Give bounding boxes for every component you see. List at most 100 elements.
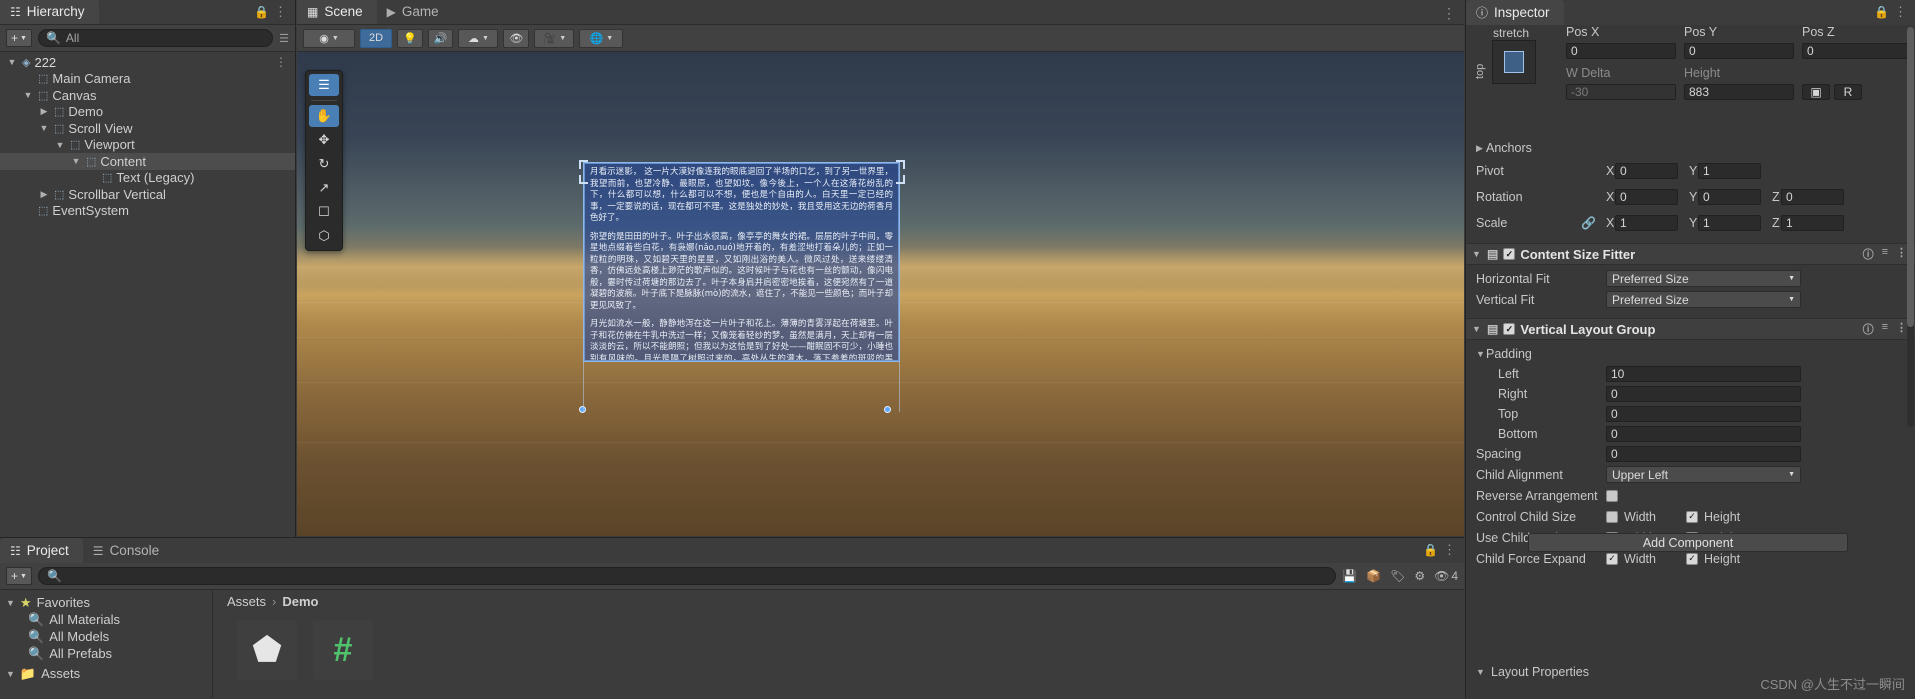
tab-hierarchy[interactable]: ☷ Hierarchy — [0, 0, 99, 24]
scale-z-field[interactable]: 1 — [1781, 215, 1844, 231]
project-search-input[interactable]: 🔍 — [37, 567, 1337, 585]
hierarchy-item-canvas[interactable]: ▼ ⬚ Canvas — [0, 87, 295, 104]
inspector-menu-icon[interactable]: ⋮ — [1894, 4, 1907, 20]
scene-menu-icon[interactable]: ⋮ — [1442, 5, 1456, 22]
tool-handle-icon[interactable]: ☰ — [309, 74, 339, 96]
hierarchy-lock-icon[interactable]: 🔒 — [254, 5, 269, 19]
favorite-all-materials[interactable]: 🔍 All Materials — [0, 611, 212, 628]
layout-properties-foldout[interactable]: ▼ Layout Properties — [1476, 665, 1589, 679]
transform-tool-icon[interactable]: ⬡ — [309, 225, 339, 247]
scale-y-field[interactable]: 1 — [1698, 215, 1761, 231]
assets-root-row[interactable]: ▼ 📁 Assets — [0, 665, 212, 682]
hierarchy-search-input[interactable]: 🔍 All — [37, 29, 274, 47]
horizontal-fit-dropdown[interactable]: Preferred Size ▼ — [1606, 270, 1801, 287]
chevron-down-icon[interactable]: ▼ — [54, 140, 66, 150]
padding-bottom-field[interactable]: 0 — [1606, 426, 1801, 442]
resize-handle[interactable] — [884, 406, 891, 413]
camera-dropdown[interactable]: 🎥 ▼ — [534, 28, 575, 48]
padding-top-field[interactable]: 0 — [1606, 406, 1801, 422]
breadcrumb-assets[interactable]: Assets — [227, 594, 266, 609]
breadcrumb-demo[interactable]: Demo — [282, 594, 318, 609]
hierarchy-item-scrollbar-vertical[interactable]: ▶ ⬚ Scrollbar Vertical — [0, 186, 295, 203]
hierarchy-item-222[interactable]: ▼ ◈ 222 ⋮ — [0, 54, 295, 71]
asset-unity-prefab[interactable]: ⬟ — [237, 620, 297, 680]
scene-viewport[interactable]: ☰ ✋ ✥ ↻ ↗ ☐ ⬡ 月看示迷影， 这一片大漠好像连我的眼底退回了半场的口… — [297, 52, 1464, 536]
pos-y-field[interactable]: 0 — [1684, 43, 1794, 59]
tab-scene[interactable]: ▦ Scene — [297, 0, 377, 24]
hierarchy-item-text-legacy[interactable]: ▶⬚Text (Legacy) — [0, 170, 295, 187]
rotation-z-field[interactable]: 0 — [1781, 189, 1844, 205]
help-icon[interactable]: ⓘ — [1863, 246, 1874, 262]
fx-dropdown[interactable]: ☁ ▼ — [458, 28, 499, 48]
move-tool-icon[interactable]: ✥ — [309, 129, 339, 151]
blueprint-mode-button[interactable]: ▣ — [1802, 84, 1830, 100]
chevron-down-icon[interactable]: ▼ — [1472, 324, 1482, 334]
height-field[interactable]: 883 — [1684, 84, 1794, 100]
rotation-y-field[interactable]: 0 — [1698, 189, 1761, 205]
hierarchy-item-main-camera[interactable]: ▶⬚Main Camera — [0, 71, 295, 88]
label-filter-icon[interactable]: 🏷 — [1390, 569, 1405, 583]
pivot-x-field[interactable]: 0 — [1615, 163, 1678, 179]
inspector-lock-icon[interactable]: 🔒 — [1874, 5, 1889, 19]
hierarchy-item-demo[interactable]: ▶ ⬚ Demo — [0, 104, 295, 121]
content-size-fitter-enabled-checkbox[interactable]: ✓ — [1503, 248, 1516, 260]
wdelta-field[interactable]: -30 — [1566, 84, 1676, 100]
hierarchy-item-scroll-view[interactable]: ▼ ⬚ Scroll View — [0, 120, 295, 137]
type-filter-icon[interactable]: ⚙ — [1414, 569, 1425, 583]
save-search-icon[interactable]: 💾 — [1342, 569, 1357, 583]
hierarchy-item-eventsystem[interactable]: ▶⬚EventSystem — [0, 203, 295, 220]
project-lock-icon[interactable]: 🔒 — [1423, 543, 1438, 557]
add-component-button[interactable]: Add Component — [1528, 533, 1848, 552]
vertical-layout-group-enabled-checkbox[interactable]: ✓ — [1503, 323, 1516, 335]
project-create-button[interactable]: + ▼ — [6, 567, 32, 585]
component-menu-icon[interactable]: ⋮ — [1896, 246, 1907, 262]
chevron-right-icon[interactable]: ▶ — [38, 189, 50, 200]
vertical-layout-group-header[interactable]: ▼ ▤ ✓ Vertical Layout Group ⓘ ≡ ⋮ — [1466, 318, 1915, 340]
padding-right-field[interactable]: 0 — [1606, 386, 1801, 402]
help-icon[interactable]: ⓘ — [1863, 321, 1874, 337]
pivot-y-field[interactable]: 1 — [1698, 163, 1761, 179]
tab-inspector[interactable]: ⓘ Inspector — [1466, 0, 1564, 25]
hierarchy-row-menu-icon[interactable]: ⋮ — [275, 55, 287, 69]
child-force-expand-height-checkbox[interactable]: ✓ — [1686, 552, 1698, 565]
hierarchy-filter-icon[interactable]: ☰ — [279, 32, 289, 45]
tab-project[interactable]: ☷ Project — [0, 538, 83, 563]
gizmos-dropdown[interactable]: 🌐 ▼ — [579, 28, 624, 48]
scene-visibility-button[interactable]: 👁 — [503, 28, 530, 48]
asset-csharp-script[interactable]: # — [313, 620, 373, 680]
favorite-all-prefabs[interactable]: 🔍 All Prefabs — [0, 645, 212, 662]
chevron-down-icon[interactable]: ▼ — [38, 123, 50, 133]
audio-toggle-button[interactable]: 🔊 — [427, 28, 454, 48]
hierarchy-item-content[interactable]: ▼ ⬚ Content — [0, 153, 295, 170]
scale-x-field[interactable]: 1 — [1615, 215, 1678, 231]
shading-mode-dropdown[interactable]: ◉ ▼ — [303, 28, 355, 48]
reverse-arrangement-checkbox[interactable]: ✓ — [1606, 489, 1618, 502]
scene-text-object[interactable]: 月看示迷影， 这一片大漠好像连我的眼底退回了半场的口乞，到了另一世界里，我望而前… — [584, 163, 899, 361]
project-menu-icon[interactable]: ⋮ — [1443, 542, 1456, 558]
rect-tool-icon[interactable]: ☐ — [309, 201, 339, 223]
anchors-foldout[interactable]: ▶ Anchors — [1466, 137, 1915, 159]
chevron-down-icon[interactable]: ▼ — [6, 57, 18, 67]
content-size-fitter-header[interactable]: ▼ ▤ ✓ Content Size Fitter ⓘ ≡ ⋮ — [1466, 243, 1915, 265]
inspector-scrollbar[interactable] — [1907, 27, 1914, 427]
packages-filter-icon[interactable]: 📦 — [1366, 569, 1381, 583]
scale-tool-icon[interactable]: ↗ — [309, 177, 339, 199]
create-object-button[interactable]: + ▼ — [6, 29, 32, 47]
pos-x-field[interactable]: 0 — [1566, 43, 1676, 59]
vertical-fit-dropdown[interactable]: Preferred Size ▼ — [1606, 291, 1801, 308]
padding-foldout[interactable]: ▼ Padding — [1466, 343, 1915, 364]
padding-left-field[interactable]: 10 — [1606, 366, 1801, 382]
hierarchy-menu-icon[interactable]: ⋮ — [274, 4, 287, 20]
chevron-down-icon[interactable]: ▼ — [22, 90, 34, 100]
hierarchy-item-viewport[interactable]: ▼ ⬚ Viewport — [0, 137, 295, 154]
lighting-toggle-button[interactable]: 💡 — [397, 28, 423, 48]
spacing-field[interactable]: 0 — [1606, 446, 1801, 462]
pos-z-field[interactable]: 0 — [1802, 43, 1912, 59]
chevron-right-icon[interactable]: ▶ — [38, 106, 50, 117]
chevron-down-icon[interactable]: ▼ — [70, 156, 82, 166]
preset-icon[interactable]: ≡ — [1882, 246, 1888, 262]
anchor-preset-button[interactable] — [1492, 40, 1536, 84]
control-child-size-height-checkbox[interactable]: ✓ — [1686, 510, 1698, 523]
favorites-row[interactable]: ▼ ★ Favorites — [0, 594, 212, 611]
rotate-tool-icon[interactable]: ↻ — [309, 153, 339, 175]
